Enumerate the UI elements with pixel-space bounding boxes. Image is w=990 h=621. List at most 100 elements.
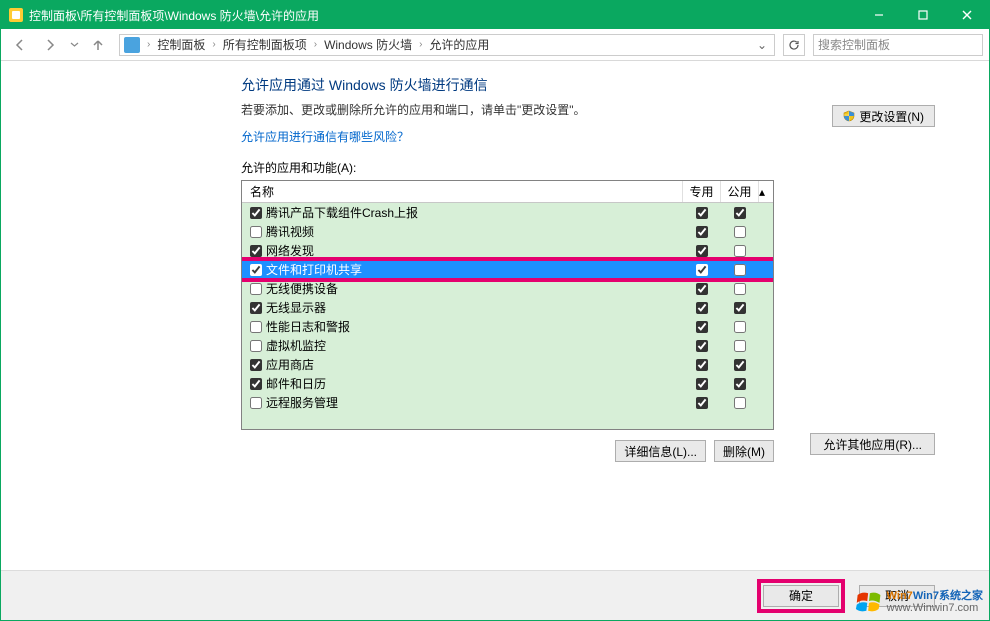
close-button[interactable]	[945, 1, 989, 29]
crumb-3[interactable]: 允许的应用	[427, 36, 491, 53]
row-enable-checkbox[interactable]	[250, 245, 262, 257]
row-private-checkbox[interactable]	[696, 283, 708, 295]
row-public-checkbox[interactable]	[734, 321, 746, 333]
row-enable-checkbox[interactable]	[250, 207, 262, 219]
app-icon	[9, 8, 23, 22]
row-public-checkbox[interactable]	[734, 207, 746, 219]
row-public-checkbox[interactable]	[734, 226, 746, 238]
crumb-0[interactable]: 控制面板	[155, 36, 207, 53]
chevron-right-icon: ›	[145, 39, 152, 50]
row-private-checkbox[interactable]	[696, 264, 708, 276]
list-body[interactable]: 腾讯产品下载组件Crash上报腾讯视频网络发现文件和打印机共享无线便携设备无线显…	[242, 203, 773, 429]
shield-icon	[843, 110, 855, 122]
row-enable-checkbox[interactable]	[250, 378, 262, 390]
row-name: 虚拟机监控	[266, 337, 326, 354]
watermark-line1: Win7系统之家	[913, 590, 983, 602]
row-name: 文件和打印机共享	[266, 261, 362, 278]
row-private-checkbox[interactable]	[696, 302, 708, 314]
up-button[interactable]	[85, 33, 111, 57]
content: 允许应用通过 Windows 防火墙进行通信 若要添加、更改或删除所允许的应用和…	[1, 61, 989, 570]
remove-button[interactable]: 删除(M)	[714, 440, 774, 462]
chevron-right-icon: ›	[417, 39, 424, 50]
watermark: Win7Win7系统之家 www.Winwin7.com	[855, 588, 983, 616]
window: 控制面板\所有控制面板项\Windows 防火墙\允许的应用 › 控制面板 › …	[0, 0, 990, 621]
search-input[interactable]: 搜索控制面板	[813, 34, 983, 56]
list-row[interactable]: 性能日志和警报	[242, 317, 773, 336]
row-private-checkbox[interactable]	[696, 378, 708, 390]
ok-button[interactable]: 确定	[763, 585, 839, 607]
row-enable-checkbox[interactable]	[250, 226, 262, 238]
list-row[interactable]: 无线便携设备	[242, 279, 773, 298]
row-public-checkbox[interactable]	[734, 359, 746, 371]
row-public-checkbox[interactable]	[734, 264, 746, 276]
navbar: › 控制面板 › 所有控制面板项 › Windows 防火墙 › 允许的应用 ⌄…	[1, 29, 989, 61]
row-public-checkbox[interactable]	[734, 397, 746, 409]
titlebar: 控制面板\所有控制面板项\Windows 防火墙\允许的应用	[1, 1, 989, 29]
row-private-checkbox[interactable]	[696, 207, 708, 219]
list-row[interactable]: 腾讯产品下载组件Crash上报	[242, 203, 773, 222]
row-public-checkbox[interactable]	[734, 302, 746, 314]
breadcrumb-dropdown[interactable]: ⌄	[754, 38, 770, 52]
col-scrollhead: ▴	[759, 185, 773, 199]
list-row[interactable]: 文件和打印机共享	[242, 260, 773, 279]
row-private-checkbox[interactable]	[696, 359, 708, 371]
row-private-checkbox[interactable]	[696, 397, 708, 409]
list-row[interactable]: 应用商店	[242, 355, 773, 374]
recent-dropdown[interactable]	[67, 33, 81, 57]
list-header: 名称 专用 公用 ▴	[242, 181, 773, 203]
list-label: 允许的应用和功能(A):	[241, 159, 949, 176]
row-public-checkbox[interactable]	[734, 378, 746, 390]
refresh-button[interactable]	[783, 34, 805, 56]
search-placeholder: 搜索控制面板	[818, 36, 890, 53]
list-row[interactable]: 远程服务管理	[242, 393, 773, 412]
chevron-right-icon: ›	[312, 39, 319, 50]
row-enable-checkbox[interactable]	[250, 321, 262, 333]
minimize-button[interactable]	[857, 1, 901, 29]
change-settings-label: 更改设置(N)	[859, 108, 924, 125]
list-row[interactable]: 网络发现	[242, 241, 773, 260]
crumb-1[interactable]: 所有控制面板项	[221, 36, 309, 53]
row-public-checkbox[interactable]	[734, 283, 746, 295]
col-private[interactable]: 专用	[683, 181, 721, 202]
window-title: 控制面板\所有控制面板项\Windows 防火墙\允许的应用	[29, 7, 319, 24]
row-private-checkbox[interactable]	[696, 340, 708, 352]
row-enable-checkbox[interactable]	[250, 283, 262, 295]
row-name: 应用商店	[266, 356, 314, 373]
row-name: 腾讯视频	[266, 223, 314, 240]
row-private-checkbox[interactable]	[696, 245, 708, 257]
list-row[interactable]: 邮件和日历	[242, 374, 773, 393]
col-name[interactable]: 名称	[242, 181, 683, 202]
row-name: 无线显示器	[266, 299, 326, 316]
row-enable-checkbox[interactable]	[250, 264, 262, 276]
row-private-checkbox[interactable]	[696, 321, 708, 333]
control-panel-icon	[124, 37, 140, 53]
list-row[interactable]: 腾讯视频	[242, 222, 773, 241]
allowed-apps-list: 名称 专用 公用 ▴ 腾讯产品下载组件Crash上报腾讯视频网络发现文件和打印机…	[241, 180, 774, 430]
row-name: 无线便携设备	[266, 280, 338, 297]
ok-highlight: 确定	[757, 579, 845, 613]
back-button[interactable]	[7, 33, 33, 57]
row-enable-checkbox[interactable]	[250, 397, 262, 409]
watermark-line2: www.Winwin7.com	[887, 602, 983, 614]
row-private-checkbox[interactable]	[696, 226, 708, 238]
row-name: 腾讯产品下载组件Crash上报	[266, 204, 418, 221]
row-enable-checkbox[interactable]	[250, 340, 262, 352]
chevron-right-icon: ›	[210, 39, 217, 50]
watermark-logo	[855, 588, 883, 616]
maximize-button[interactable]	[901, 1, 945, 29]
row-enable-checkbox[interactable]	[250, 302, 262, 314]
col-public[interactable]: 公用	[721, 181, 759, 202]
row-public-checkbox[interactable]	[734, 340, 746, 352]
row-public-checkbox[interactable]	[734, 245, 746, 257]
list-row[interactable]: 无线显示器	[242, 298, 773, 317]
forward-button[interactable]	[37, 33, 63, 57]
row-enable-checkbox[interactable]	[250, 359, 262, 371]
change-settings-button[interactable]: 更改设置(N)	[832, 105, 935, 127]
list-row[interactable]: 虚拟机监控	[242, 336, 773, 355]
breadcrumbs[interactable]: › 控制面板 › 所有控制面板项 › Windows 防火墙 › 允许的应用 ⌄	[119, 34, 775, 56]
crumb-2[interactable]: Windows 防火墙	[322, 36, 414, 53]
row-name: 远程服务管理	[266, 394, 338, 411]
allow-other-app-button[interactable]: 允许其他应用(R)...	[810, 433, 935, 455]
details-button[interactable]: 详细信息(L)...	[615, 440, 706, 462]
risk-link[interactable]: 允许应用进行通信有哪些风险？	[241, 128, 949, 145]
